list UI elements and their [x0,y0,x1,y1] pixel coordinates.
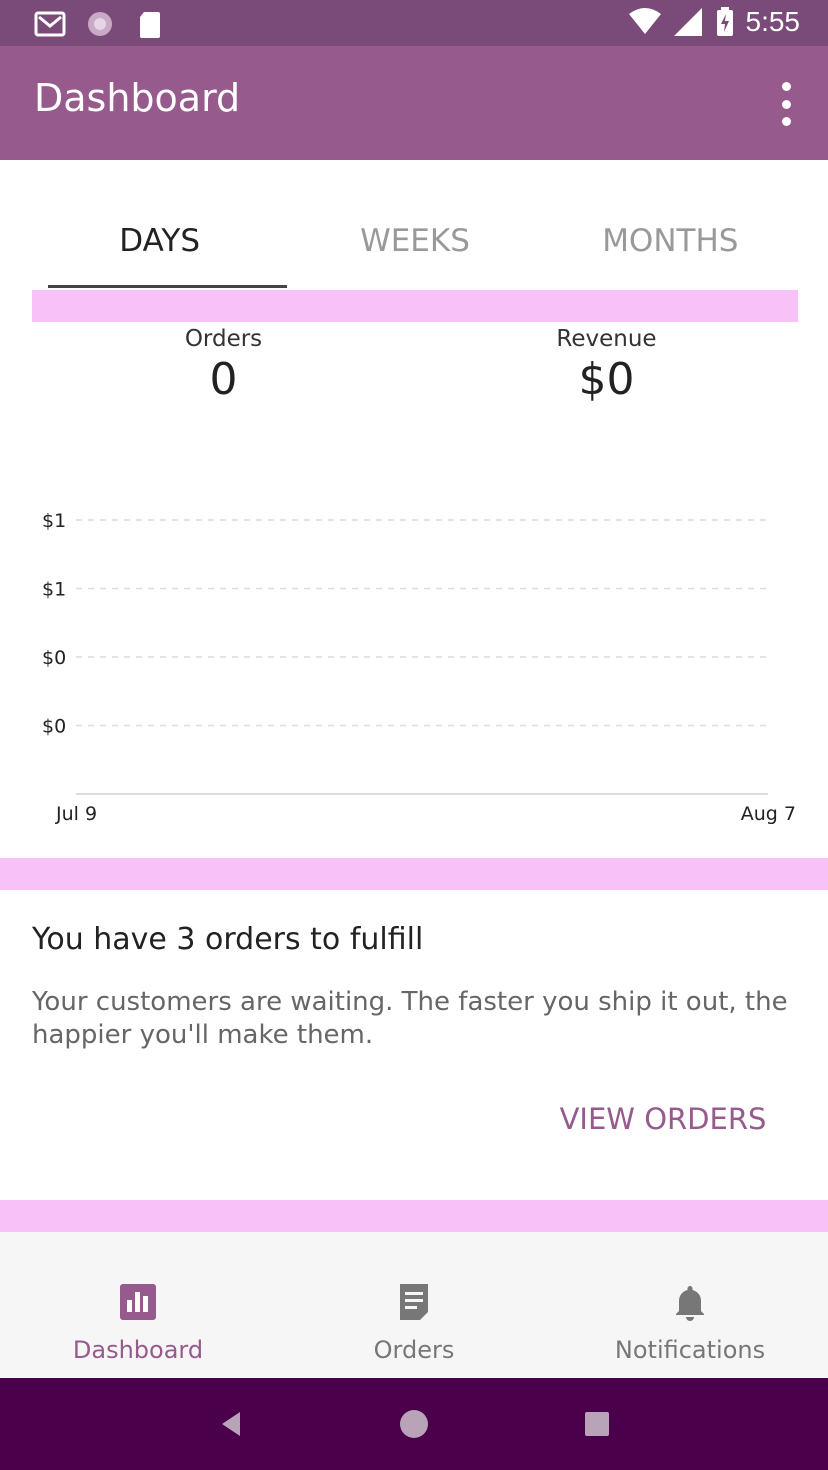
divider [0,1200,828,1232]
recents-icon[interactable] [573,1400,621,1448]
revenue-label: Revenue [556,326,657,352]
tab-days[interactable]: DAYS [32,192,288,290]
divider [0,858,828,890]
nav-label: Dashboard [72,1336,204,1364]
tab-label: DAYS [119,223,201,259]
bottom-nav: Dashboard Orders Notifications [0,1264,828,1378]
bell-icon [666,1278,714,1326]
system-nav-bar [0,1378,828,1470]
nav-label: Notifications [614,1336,766,1364]
receipt-icon [390,1278,438,1326]
wifi-icon [628,6,661,38]
orders-stat: Orders 0 [32,322,415,422]
more-vert-icon[interactable] [772,82,800,126]
stats-row: Orders 0 Revenue $0 [32,322,798,422]
nav-dashboard[interactable]: Dashboard [0,1264,276,1378]
period-tabs: DAYS WEEKS MONTHS [32,192,798,290]
tab-label: MONTHS [602,223,739,259]
x-tick-label: Aug 7 [741,803,796,824]
orders-description: Your customers are waiting. The faster y… [32,987,788,1050]
divider [32,290,798,322]
battery-charging-icon [716,6,734,38]
tab-months[interactable]: MONTHS [543,192,798,290]
view-orders-button[interactable]: VIEW ORDERS [528,1072,798,1166]
home-icon[interactable] [390,1400,438,1448]
clock: 5:55 [745,6,801,37]
sd-card-icon [134,8,166,40]
tab-label: WEEKS [360,223,470,259]
app-bar: Dashboard [0,46,828,160]
main-content: DAYS WEEKS MONTHS Orders 0 Revenue $0 $1… [0,160,828,1264]
y-tick-label: $0 [42,716,66,738]
x-tick-label: Jul 9 [55,803,97,824]
tab-weeks[interactable]: WEEKS [287,192,542,290]
orders-title: You have 3 orders to fulfill [32,922,424,957]
orders-value: 0 [209,354,238,405]
orders-label: Orders [184,326,263,352]
revenue-value: $0 [578,354,635,405]
nav-label: Orders [373,1336,455,1364]
nav-notifications[interactable]: Notifications [552,1264,828,1378]
mail-icon [34,8,66,40]
chart-svg: $1 $1 $0 $0 Jul 9 Aug 7 [42,510,796,824]
page-title: Dashboard [34,76,241,120]
revenue-chart: $1 $1 $0 $0 Jul 9 Aug 7 [32,422,798,824]
revenue-stat: Revenue $0 [415,322,798,422]
sync-icon [84,8,116,40]
orders-card: You have 3 orders to fulfill Your custom… [0,890,828,1200]
y-tick-label: $1 [42,510,66,532]
status-bar: 5:55 [0,0,828,46]
y-tick-label: $0 [42,647,66,669]
y-tick-label: $1 [42,579,66,601]
back-icon[interactable] [207,1400,255,1448]
bar-chart-icon [114,1278,162,1326]
stats-card: DAYS WEEKS MONTHS Orders 0 Revenue $0 $1… [0,160,828,858]
signal-icon [672,6,704,38]
nav-orders[interactable]: Orders [276,1264,552,1378]
